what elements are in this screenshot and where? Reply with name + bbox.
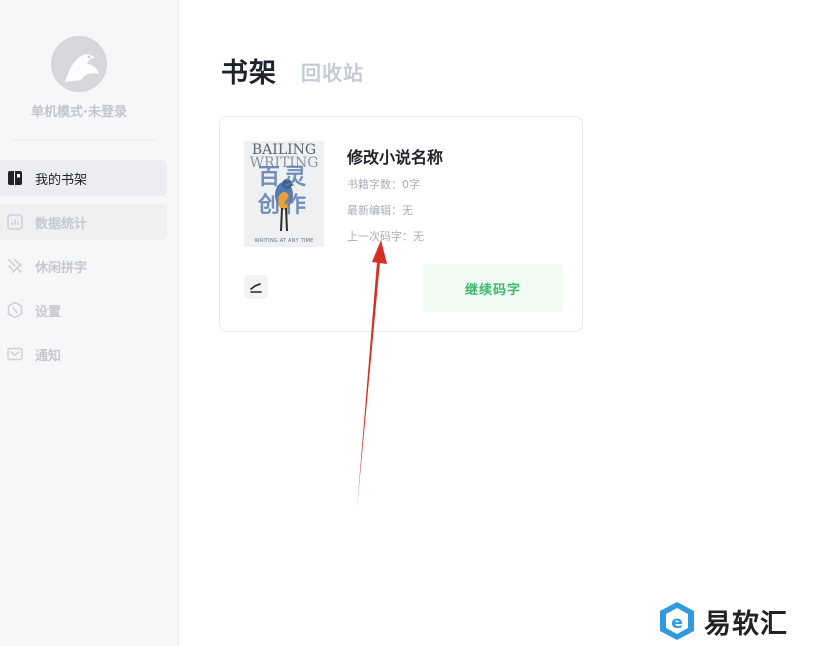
- svg-text:e: e: [671, 613, 683, 633]
- app-window: 单机模式·未登录 我的书架 数据统计 休闲拼字 设置 通知 书架 回收站 BAI…: [0, 0, 825, 646]
- user-login-status: 单机模式·未登录: [31, 105, 127, 120]
- sidebar-item-label: 休闲拼字: [35, 260, 88, 276]
- book-card[interactable]: BAILING WRITING 百灵 创作 WRITING AT ANY TIM…: [219, 116, 583, 332]
- book-cover[interactable]: BAILING WRITING 百灵 创作 WRITING AT ANY TIM…: [244, 141, 324, 247]
- puzzle-icon: [5, 256, 25, 276]
- sidebar-item-label: 设置: [35, 304, 62, 320]
- book-last-edit: 最新编辑：无: [347, 204, 413, 217]
- book-icon: [5, 168, 25, 188]
- sidebar-item-bookshelf[interactable]: 我的书架: [0, 160, 167, 196]
- brand-logo-icon: e: [660, 602, 694, 640]
- sidebar: 单机模式·未登录 我的书架 数据统计 休闲拼字 设置 通知: [0, 0, 179, 646]
- sidebar-item-label: 我的书架: [35, 172, 88, 188]
- sidebar-item-statistics[interactable]: 数据统计: [0, 204, 167, 240]
- sidebar-item-notifications[interactable]: 通知: [0, 336, 167, 372]
- avatar[interactable]: [51, 36, 107, 92]
- user-avatar-icon: [51, 36, 107, 92]
- watermark-text: 易软汇: [704, 608, 788, 640]
- tab-recycle-bin[interactable]: 回收站: [301, 57, 364, 86]
- sidebar-item-label: 数据统计: [35, 216, 88, 232]
- book-last-typing: 上一次码字：无: [347, 230, 424, 243]
- sidebar-divider: [12, 139, 156, 140]
- bar-chart-icon: [5, 212, 25, 232]
- watermark: e 易软汇: [658, 600, 823, 642]
- book-title[interactable]: 修改小说名称: [347, 144, 443, 168]
- sidebar-item-word-game[interactable]: 休闲拼字: [0, 248, 167, 284]
- book-word-count: 书籍字数：0字: [347, 178, 420, 191]
- cover-chinese-title: 百灵 创作: [257, 164, 310, 218]
- book-stats-button[interactable]: [244, 275, 268, 299]
- sidebar-item-settings[interactable]: 设置: [0, 292, 167, 328]
- settings-icon: [5, 300, 25, 320]
- continue-writing-button[interactable]: 继续码字: [423, 264, 563, 312]
- page-title: 书架: [221, 58, 277, 89]
- sidebar-item-label: 通知: [35, 348, 62, 364]
- mail-icon: [5, 344, 25, 364]
- cover-tagline: WRITING AT ANY TIME: [254, 238, 314, 244]
- trend-icon: [250, 283, 262, 293]
